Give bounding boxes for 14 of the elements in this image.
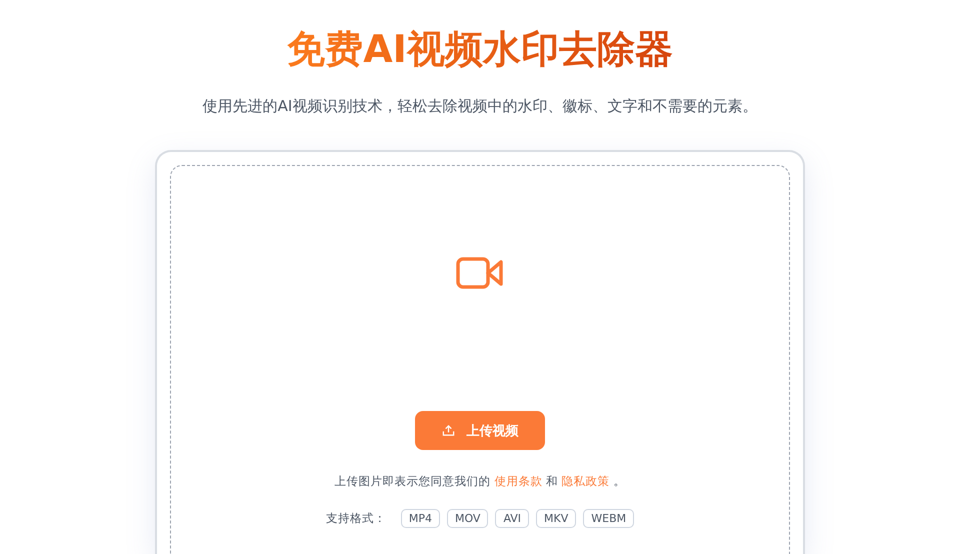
formats-label: 支持格式： [326, 511, 386, 526]
privacy-link[interactable]: 隐私政策 [562, 474, 610, 488]
upload-button[interactable]: 上传视频 [415, 411, 545, 450]
video-camera-icon [456, 257, 504, 289]
terms-link[interactable]: 使用条款 [494, 474, 542, 488]
format-tag: MKV [536, 509, 576, 528]
drop-zone[interactable]: 上传视频 上传图片即表示您同意我们的 使用条款 和 隐私政策 。 支持格式： MP4 MOV AVI MKV WEBM [170, 165, 790, 554]
format-tag: MOV [446, 509, 488, 528]
format-tag: AVI [495, 509, 530, 528]
format-tag: MP4 [400, 509, 440, 528]
format-tag: WEBM [583, 509, 634, 528]
page-subtitle: 使用先进的AI视频识别技术，轻松去除视频中的水印、徽标、文字和不需要的元素。 [202, 96, 758, 117]
consent-text: 上传图片即表示您同意我们的 使用条款 和 隐私政策 。 [334, 474, 626, 489]
upload-icon [442, 424, 454, 437]
